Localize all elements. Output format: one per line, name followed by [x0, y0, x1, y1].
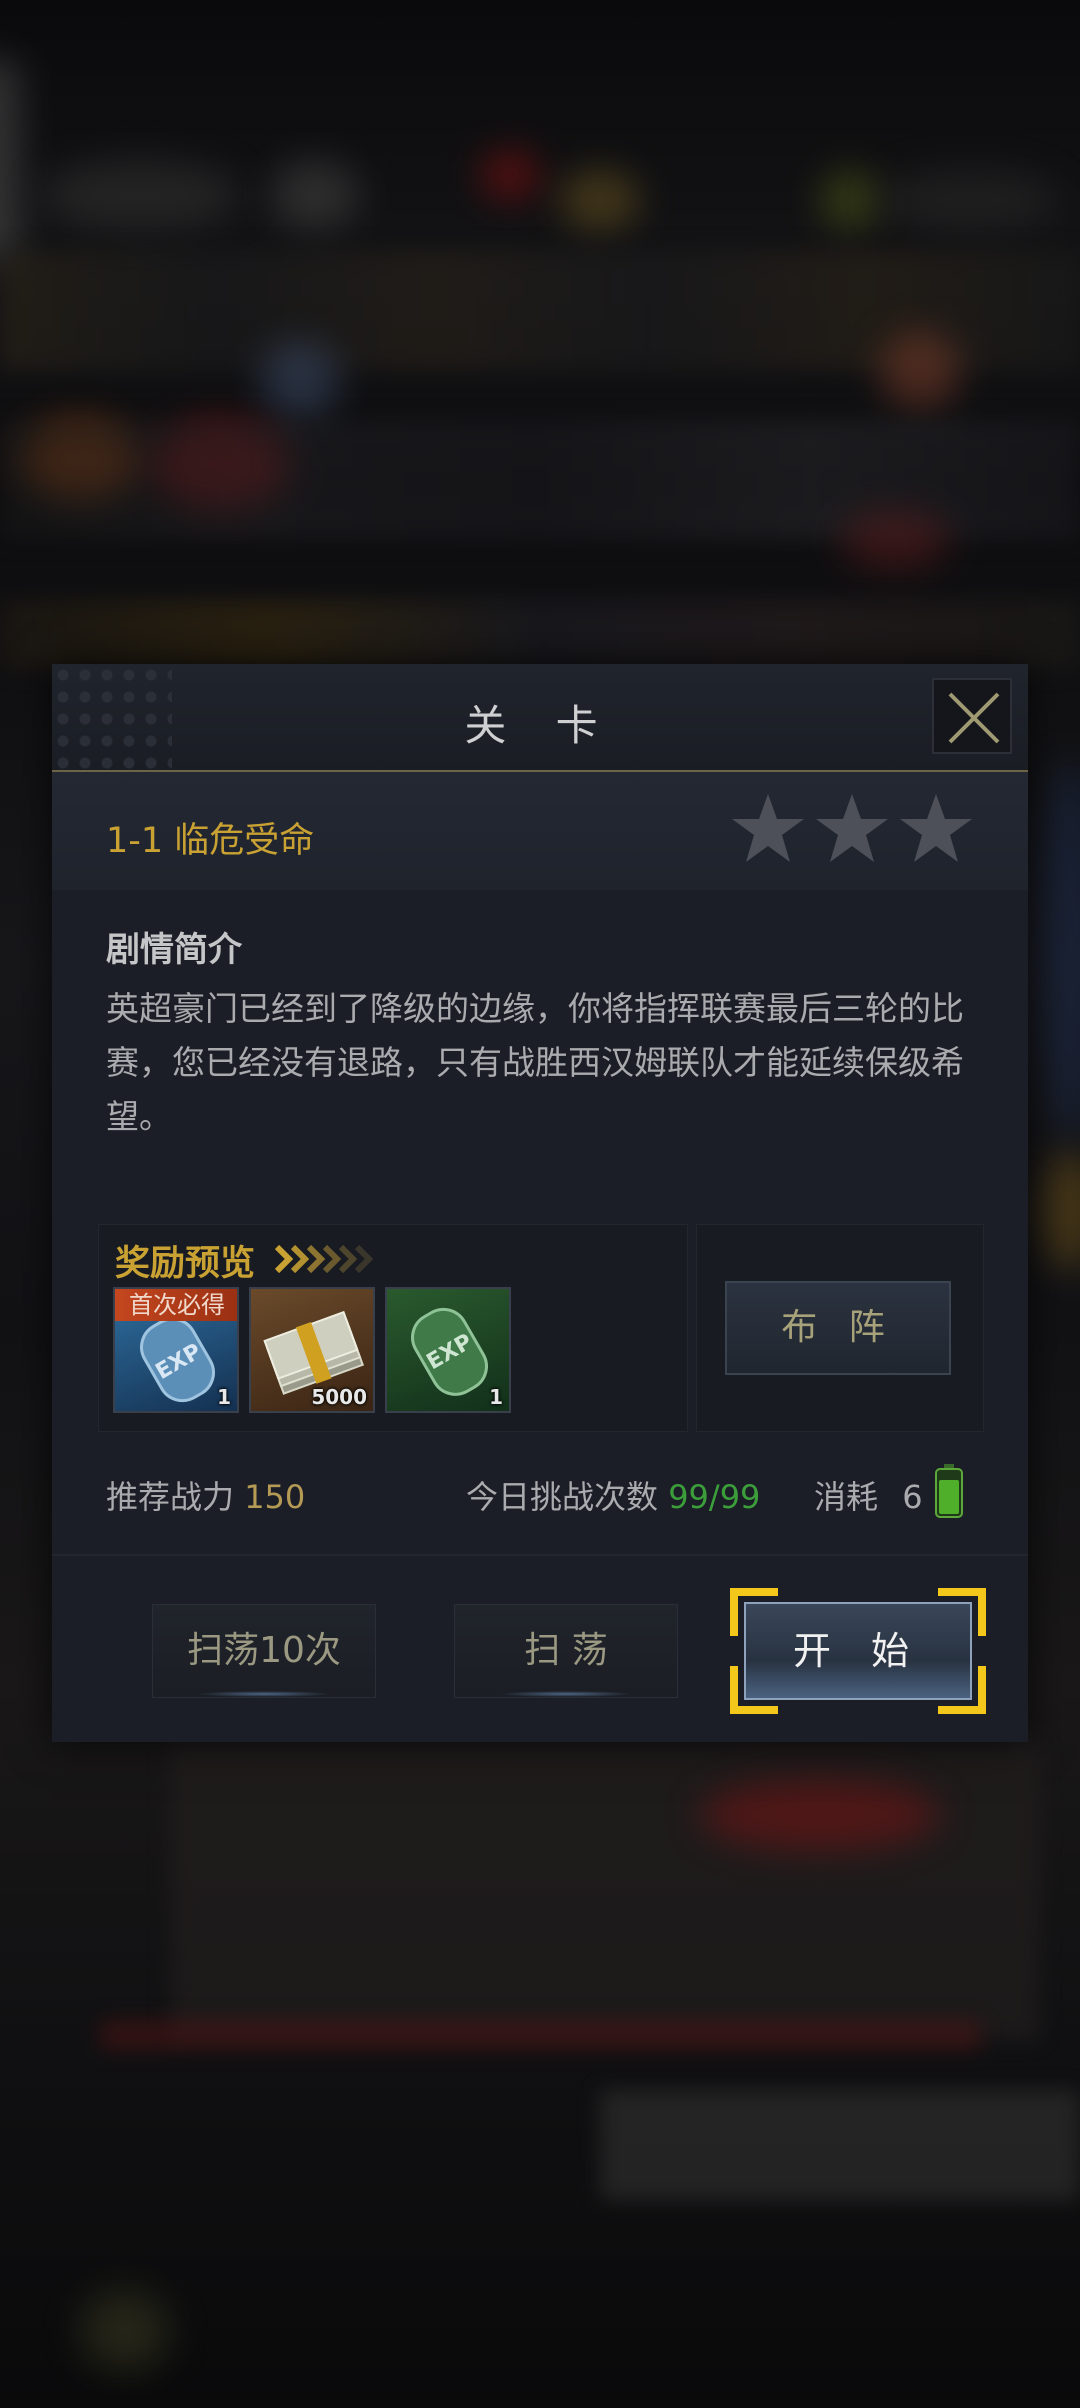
recommend-label: 推荐战力 [106, 1478, 235, 1516]
challenges-label: 今日挑战次数 [466, 1478, 659, 1516]
star-icon [732, 794, 804, 862]
star-icon [900, 794, 972, 862]
level-dialog: 关 卡 1-1 临危受命 剧情简介 英超豪门已经到了降级的边缘，你将指挥联赛最后… [52, 664, 1028, 1742]
battery-icon [935, 1464, 963, 1518]
dialog-title: 关 卡 [464, 701, 616, 750]
star-icon [816, 794, 888, 862]
divider [52, 1554, 1028, 1556]
synopsis-title: 剧情简介 [106, 930, 242, 970]
item-count: 1 [489, 1385, 503, 1409]
highlight-corner [938, 1588, 986, 1636]
formation-button[interactable]: 布 阵 [725, 1281, 951, 1375]
reward-item-exp-green[interactable]: EXP 1 [385, 1287, 511, 1413]
challenges-value: 99/99 [668, 1478, 761, 1516]
start-button-highlight: 开 始 [730, 1588, 986, 1714]
item-count: 1 [217, 1385, 231, 1409]
daily-challenges: 今日挑战次数 99/99 [466, 1472, 760, 1518]
reward-title: 奖励预览 [115, 1244, 256, 1284]
first-clear-tag: 首次必得 [115, 1289, 237, 1321]
reward-item-exp-blue[interactable]: EXP 首次必得 1 [113, 1287, 239, 1413]
item-count: 5000 [311, 1385, 367, 1409]
recommend-value: 150 [244, 1478, 306, 1516]
close-button[interactable] [932, 678, 1012, 754]
level-name: 1-1 临危受命 [106, 821, 315, 861]
stamina-cost: 消耗 6 [814, 1472, 923, 1518]
chevrons-icon [275, 1245, 374, 1273]
reward-panel: 奖励预览 EXP 首次必得 1 5000 EXP 1 [98, 1224, 688, 1432]
highlight-corner [730, 1588, 778, 1636]
reward-item-cash[interactable]: 5000 [249, 1287, 375, 1413]
highlight-corner [730, 1666, 778, 1714]
dialog-header: 关 卡 [52, 664, 1028, 772]
close-icon [948, 692, 1000, 744]
synopsis-text: 英超豪门已经到了降级的边缘，你将指挥联赛最后三轮的比赛，您已经没有退路，只有战胜… [106, 989, 964, 1136]
sweep-10-button[interactable]: 扫荡10次 [152, 1604, 376, 1698]
sweep-button[interactable]: 扫 荡 [454, 1604, 678, 1698]
formation-panel: 布 阵 [696, 1224, 984, 1432]
cost-label: 消耗 [814, 1478, 879, 1516]
highlight-corner [938, 1666, 986, 1714]
cost-value: 6 [902, 1478, 923, 1516]
recommend-power: 推荐战力 150 [106, 1472, 305, 1518]
level-band: 1-1 临危受命 [52, 772, 1028, 890]
